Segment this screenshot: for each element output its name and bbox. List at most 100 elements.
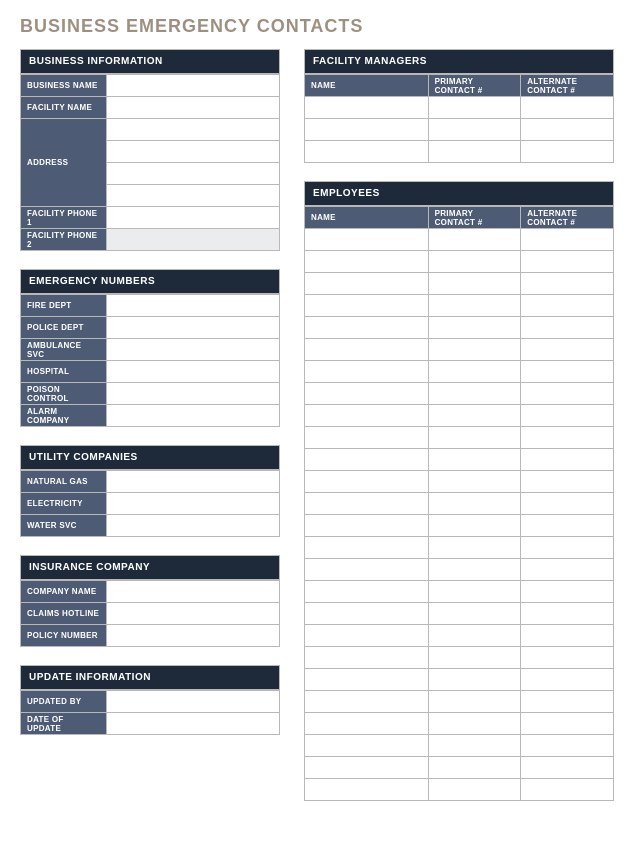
name-cell[interactable] — [305, 119, 429, 141]
primary-cell[interactable] — [428, 383, 521, 405]
name-cell[interactable] — [305, 427, 429, 449]
facility-phone-1-field[interactable] — [107, 207, 280, 229]
name-cell[interactable] — [305, 779, 429, 801]
field-value[interactable] — [107, 361, 280, 383]
address-field-1[interactable] — [107, 119, 280, 141]
alternate-cell[interactable] — [521, 669, 614, 691]
alternate-cell[interactable] — [521, 119, 614, 141]
primary-cell[interactable] — [428, 735, 521, 757]
address-field-3[interactable] — [107, 163, 280, 185]
alternate-cell[interactable] — [521, 141, 614, 163]
name-cell[interactable] — [305, 295, 429, 317]
name-cell[interactable] — [305, 647, 429, 669]
alternate-cell[interactable] — [521, 537, 614, 559]
name-cell[interactable] — [305, 405, 429, 427]
primary-cell[interactable] — [428, 97, 521, 119]
name-cell[interactable] — [305, 97, 429, 119]
primary-cell[interactable] — [428, 669, 521, 691]
field-value[interactable] — [107, 691, 280, 713]
alternate-cell[interactable] — [521, 361, 614, 383]
name-cell[interactable] — [305, 317, 429, 339]
primary-cell[interactable] — [428, 295, 521, 317]
primary-cell[interactable] — [428, 449, 521, 471]
primary-cell[interactable] — [428, 427, 521, 449]
alternate-cell[interactable] — [521, 317, 614, 339]
alternate-cell[interactable] — [521, 229, 614, 251]
alternate-cell[interactable] — [521, 339, 614, 361]
primary-cell[interactable] — [428, 317, 521, 339]
facility-phone-2-field[interactable] — [107, 229, 280, 251]
alternate-cell[interactable] — [521, 97, 614, 119]
field-value[interactable] — [107, 625, 280, 647]
field-value[interactable] — [107, 295, 280, 317]
alternate-cell[interactable] — [521, 405, 614, 427]
facility-name-field[interactable] — [107, 97, 280, 119]
alternate-cell[interactable] — [521, 449, 614, 471]
name-cell[interactable] — [305, 449, 429, 471]
name-cell[interactable] — [305, 229, 429, 251]
primary-cell[interactable] — [428, 119, 521, 141]
name-cell[interactable] — [305, 537, 429, 559]
field-value[interactable] — [107, 581, 280, 603]
primary-cell[interactable] — [428, 537, 521, 559]
field-value[interactable] — [107, 383, 280, 405]
alternate-cell[interactable] — [521, 647, 614, 669]
alternate-cell[interactable] — [521, 559, 614, 581]
field-value[interactable] — [107, 317, 280, 339]
primary-cell[interactable] — [428, 559, 521, 581]
field-value[interactable] — [107, 339, 280, 361]
alternate-cell[interactable] — [521, 471, 614, 493]
primary-cell[interactable] — [428, 141, 521, 163]
alternate-cell[interactable] — [521, 427, 614, 449]
primary-cell[interactable] — [428, 493, 521, 515]
name-cell[interactable] — [305, 559, 429, 581]
primary-cell[interactable] — [428, 273, 521, 295]
name-cell[interactable] — [305, 383, 429, 405]
name-cell[interactable] — [305, 361, 429, 383]
alternate-cell[interactable] — [521, 691, 614, 713]
alternate-cell[interactable] — [521, 581, 614, 603]
name-cell[interactable] — [305, 691, 429, 713]
primary-cell[interactable] — [428, 339, 521, 361]
alternate-cell[interactable] — [521, 383, 614, 405]
alternate-cell[interactable] — [521, 493, 614, 515]
name-cell[interactable] — [305, 735, 429, 757]
alternate-cell[interactable] — [521, 713, 614, 735]
primary-cell[interactable] — [428, 757, 521, 779]
field-value[interactable] — [107, 515, 280, 537]
primary-cell[interactable] — [428, 405, 521, 427]
primary-cell[interactable] — [428, 361, 521, 383]
primary-cell[interactable] — [428, 691, 521, 713]
primary-cell[interactable] — [428, 229, 521, 251]
primary-cell[interactable] — [428, 713, 521, 735]
primary-cell[interactable] — [428, 251, 521, 273]
name-cell[interactable] — [305, 141, 429, 163]
name-cell[interactable] — [305, 603, 429, 625]
business-name-field[interactable] — [107, 75, 280, 97]
name-cell[interactable] — [305, 625, 429, 647]
alternate-cell[interactable] — [521, 735, 614, 757]
name-cell[interactable] — [305, 493, 429, 515]
name-cell[interactable] — [305, 273, 429, 295]
field-value[interactable] — [107, 493, 280, 515]
field-value[interactable] — [107, 471, 280, 493]
field-value[interactable] — [107, 713, 280, 735]
alternate-cell[interactable] — [521, 757, 614, 779]
address-field-4[interactable] — [107, 185, 280, 207]
primary-cell[interactable] — [428, 625, 521, 647]
primary-cell[interactable] — [428, 515, 521, 537]
alternate-cell[interactable] — [521, 779, 614, 801]
primary-cell[interactable] — [428, 647, 521, 669]
field-value[interactable] — [107, 405, 280, 427]
name-cell[interactable] — [305, 713, 429, 735]
primary-cell[interactable] — [428, 603, 521, 625]
field-value[interactable] — [107, 603, 280, 625]
alternate-cell[interactable] — [521, 273, 614, 295]
primary-cell[interactable] — [428, 581, 521, 603]
primary-cell[interactable] — [428, 471, 521, 493]
alternate-cell[interactable] — [521, 295, 614, 317]
name-cell[interactable] — [305, 757, 429, 779]
alternate-cell[interactable] — [521, 603, 614, 625]
name-cell[interactable] — [305, 339, 429, 361]
name-cell[interactable] — [305, 515, 429, 537]
